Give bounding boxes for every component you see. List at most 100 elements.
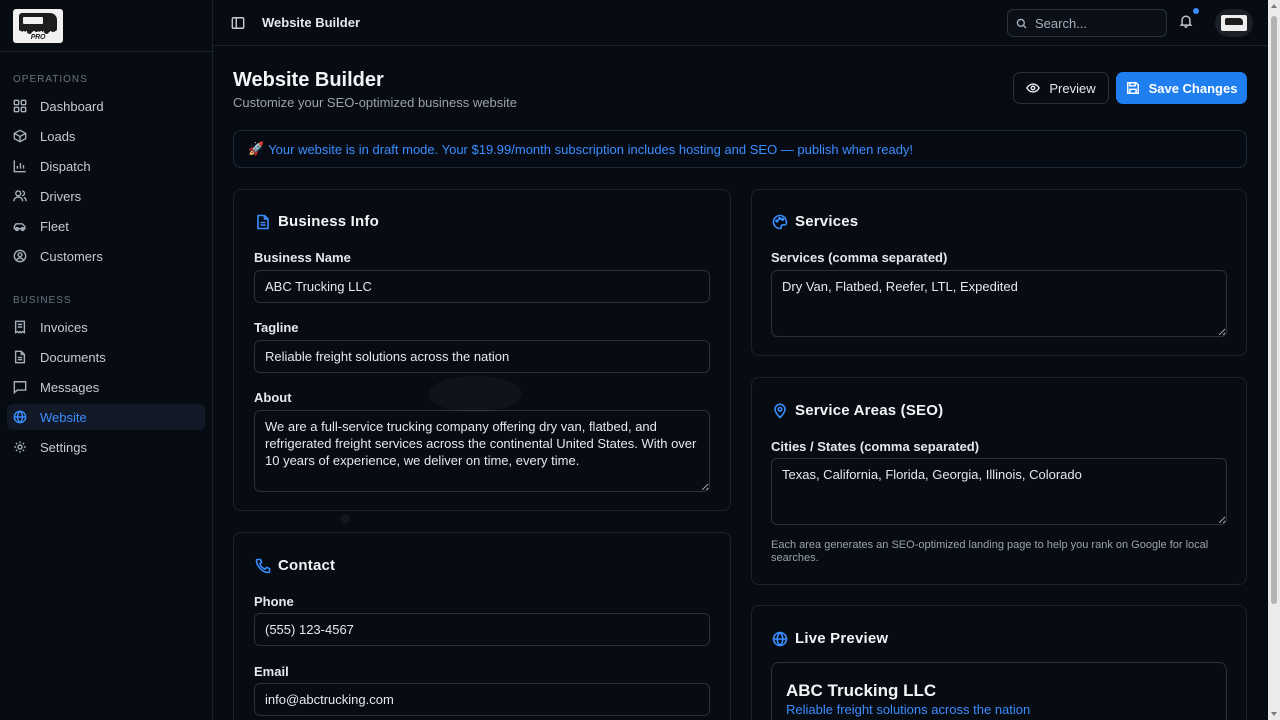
- document-icon: [257, 214, 269, 229]
- card-title: Business Info: [278, 213, 379, 230]
- save-icon: [1126, 82, 1139, 94]
- card-header: Live Preview: [772, 630, 888, 647]
- car-icon: [13, 219, 27, 233]
- receipt-icon: [13, 320, 27, 334]
- business-name-label: Business Name: [254, 250, 351, 265]
- phone-label: Phone: [254, 594, 294, 609]
- sidebar-item-label: Documents: [40, 349, 106, 365]
- nav-business: BUSINESS Invoices Documents Messages Web…: [0, 273, 212, 460]
- users-icon: [13, 189, 27, 203]
- service-areas-helper: Each area generates an SEO-optimized lan…: [771, 539, 1209, 564]
- card-title: Contact: [278, 557, 336, 574]
- about-field[interactable]: We are a full-service trucking company o…: [254, 410, 710, 492]
- avatar[interactable]: [1215, 9, 1253, 37]
- background-watermark-dot: [340, 514, 350, 524]
- preview-tagline: Reliable freight solutions across the na…: [786, 702, 1031, 717]
- service-areas-card: Service Areas (SEO) Cities / States (com…: [751, 377, 1247, 585]
- sidebar-item-dispatch[interactable]: Dispatch: [7, 153, 205, 179]
- contact-card: Contact Phone Email: [233, 532, 731, 720]
- services-label: Services (comma separated): [771, 250, 948, 265]
- user-circle-icon: [13, 249, 27, 263]
- breadcrumb: Website Builder: [262, 15, 361, 30]
- sidebar-item-label: Dashboard: [40, 98, 104, 114]
- sidebar-item-loads[interactable]: Loads: [7, 123, 205, 149]
- avatar-logo: [1221, 15, 1247, 31]
- draft-mode-banner: 🚀 Your website is in draft mode. Your $1…: [233, 130, 1247, 168]
- card-title: Live Preview: [795, 630, 889, 647]
- tagline-field[interactable]: [254, 340, 710, 373]
- rocket-icon: 🚀: [248, 141, 265, 156]
- preview-business-name: ABC Trucking LLC: [786, 681, 937, 700]
- preview-label: Preview: [1049, 80, 1096, 96]
- nav-operations: OPERATIONS Dashboard Loads Dispatch Driv…: [0, 52, 212, 269]
- nav-heading-business: BUSINESS: [13, 295, 72, 306]
- bell-icon: [1179, 15, 1193, 28]
- business-info-card: Business Info Business Name Tagline Abou…: [233, 189, 731, 511]
- sidebar-item-fleet[interactable]: Fleet: [7, 213, 205, 239]
- page-subtitle: Customize your SEO-optimized business we…: [233, 95, 517, 110]
- card-title: Services: [795, 213, 859, 230]
- card-header: Services: [772, 213, 858, 230]
- message-icon: [13, 380, 27, 394]
- phone-icon: [255, 558, 271, 573]
- services-card: Services Services (comma separated) Dry …: [751, 189, 1247, 356]
- file-icon: [13, 350, 27, 364]
- sidebar: TRUCKING PRO OPERATIONS Dashboard Loads …: [0, 0, 213, 720]
- package-icon: [13, 129, 27, 143]
- card-title: Service Areas (SEO): [795, 402, 944, 419]
- top-bar: Website Builder: [213, 0, 1268, 46]
- preview-frame: ABC Trucking LLC Reliable freight soluti…: [771, 662, 1227, 720]
- notifications-button[interactable]: [1179, 8, 1199, 30]
- eye-icon: [1026, 83, 1041, 93]
- nav-heading-operations: OPERATIONS: [13, 74, 88, 85]
- page-scrollbar[interactable]: [1268, 0, 1280, 720]
- map-pin-icon: [774, 403, 786, 419]
- service-areas-field[interactable]: Texas, California, Florida, Georgia, Ill…: [771, 458, 1227, 525]
- card-header: Business Info: [255, 213, 379, 230]
- logo-area: TRUCKING PRO: [0, 0, 212, 52]
- sidebar-item-label: Loads: [40, 128, 76, 144]
- save-changes-button[interactable]: Save Changes: [1116, 72, 1247, 104]
- gear-icon: [13, 440, 27, 454]
- search-input[interactable]: [1035, 15, 1155, 31]
- sidebar-item-dashboard[interactable]: Dashboard: [7, 93, 205, 119]
- business-name-field[interactable]: [254, 270, 710, 303]
- sidebar-item-website[interactable]: Website: [7, 404, 205, 430]
- globe-icon: [13, 410, 27, 424]
- sidebar-item-settings[interactable]: Settings: [7, 434, 205, 460]
- phone-field[interactable]: [254, 613, 710, 646]
- page-title: Website Builder: [233, 69, 384, 91]
- search-icon: [1016, 18, 1027, 28]
- banner-text: Your website is in draft mode. Your $19.…: [268, 141, 914, 157]
- sidebar-item-label: Dispatch: [40, 158, 91, 174]
- trucking-pro-logo[interactable]: TRUCKING PRO: [13, 8, 63, 43]
- background-watermark: [428, 376, 522, 412]
- save-label: Save Changes: [1148, 80, 1238, 96]
- sidebar-toggle-icon[interactable]: [231, 16, 245, 30]
- search-box[interactable]: [1007, 9, 1167, 37]
- globe-icon: [772, 630, 788, 647]
- sidebar-item-drivers[interactable]: Drivers: [7, 183, 205, 209]
- palette-icon: [772, 214, 788, 229]
- about-label: About: [254, 390, 292, 405]
- email-label: Email: [254, 664, 289, 679]
- sidebar-item-invoices[interactable]: Invoices: [7, 314, 205, 340]
- card-header: Service Areas (SEO): [772, 402, 943, 419]
- sidebar-item-label: Drivers: [40, 188, 82, 204]
- scrollbar-thumb[interactable]: [1271, 16, 1277, 604]
- sidebar-item-label: Website: [40, 409, 87, 425]
- sidebar-item-label: Fleet: [40, 218, 69, 234]
- services-field[interactable]: Dry Van, Flatbed, Reefer, LTL, Expedited: [771, 270, 1227, 337]
- email-field[interactable]: [254, 683, 710, 716]
- preview-button[interactable]: Preview: [1013, 72, 1109, 104]
- card-header: Contact: [255, 557, 335, 574]
- dashboard-icon: [13, 99, 27, 113]
- service-areas-label: Cities / States (comma separated): [771, 439, 980, 454]
- scroll-down-arrow[interactable]: [1271, 712, 1277, 716]
- scroll-up-arrow[interactable]: [1271, 4, 1277, 8]
- sidebar-item-customers[interactable]: Customers: [7, 243, 205, 269]
- sidebar-item-messages[interactable]: Messages: [7, 374, 205, 400]
- sidebar-item-documents[interactable]: Documents: [7, 344, 205, 370]
- sidebar-item-label: Invoices: [40, 319, 88, 335]
- bar-chart-icon: [13, 159, 27, 173]
